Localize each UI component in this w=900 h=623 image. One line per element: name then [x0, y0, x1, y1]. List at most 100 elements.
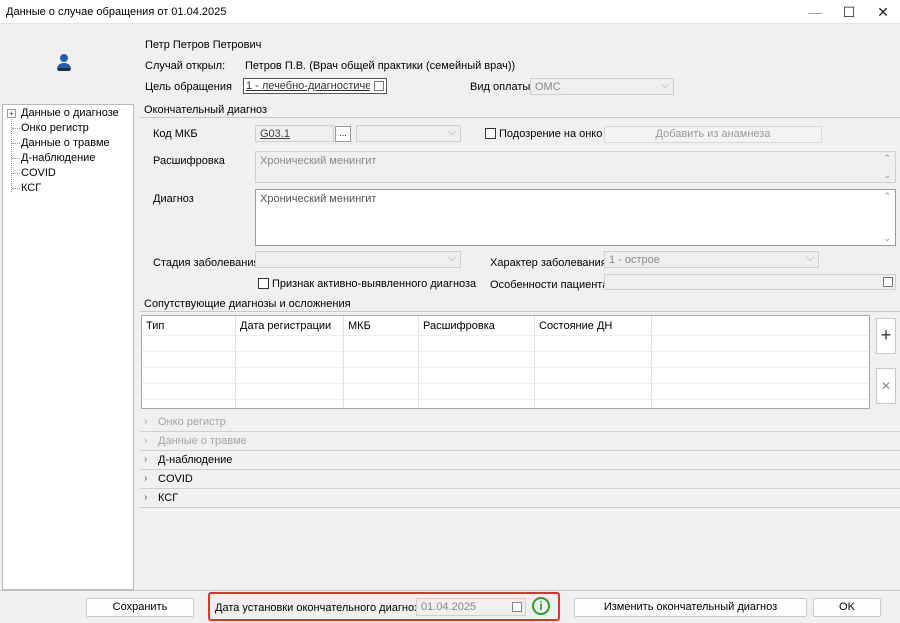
- chevron-right-icon: ›: [144, 492, 148, 503]
- payment-label: Вид оплаты: [470, 81, 531, 93]
- patient-features-label: Особенности пациента: [490, 279, 609, 291]
- decoding-value: Хронический менингит: [260, 155, 377, 167]
- decoding-field[interactable]: Хронический менингит ⌃ ⌄: [255, 151, 896, 183]
- diagnosis-field[interactable]: Хронический менингит ⌃ ⌄: [255, 189, 896, 246]
- column-header[interactable]: МКБ: [348, 320, 371, 332]
- close-icon: ✕: [877, 3, 889, 20]
- nature-label: Характер заболевания: [490, 257, 607, 269]
- diagnosis-label: Диагноз: [153, 193, 194, 205]
- chevron-down-icon: ⌵: [448, 127, 456, 138]
- patient-name: Петр Петров Петрович: [145, 39, 262, 51]
- section-title-text: Сопутствующие диагнозы и осложнения: [144, 298, 351, 310]
- navigation-tree: + Данные о диагнозе Онко регистр Данные …: [2, 104, 134, 590]
- accordion-covid[interactable]: › COVID: [140, 470, 900, 489]
- tree-item-label: Данные о диагнозе: [21, 107, 119, 119]
- expand-icon[interactable]: +: [7, 109, 16, 118]
- save-button[interactable]: Сохранить: [86, 598, 194, 617]
- purpose-label: Цель обращения: [145, 81, 232, 93]
- calendar-icon[interactable]: [512, 602, 522, 612]
- diagnosis-value: Хронический менингит: [260, 193, 377, 205]
- user-icon: [57, 54, 71, 71]
- purpose-select[interactable]: 1 - лечебно-диагностичес: [243, 78, 387, 94]
- tree-item-label: COVID: [21, 167, 56, 179]
- maximize-button[interactable]: ☐: [832, 0, 866, 24]
- stage-select[interactable]: ⌵: [255, 251, 461, 268]
- tree-item-label: Данные о травме: [21, 137, 110, 149]
- info-icon[interactable]: i: [532, 597, 550, 615]
- plus-icon: +: [880, 325, 892, 345]
- chevron-right-icon: ›: [144, 454, 148, 465]
- section-title-text: Окончательный диагноз: [144, 104, 268, 116]
- concomitant-table[interactable]: Тип Дата регистрации МКБ Расшифровка Сос…: [141, 315, 870, 409]
- accordion-label: Данные о травме: [158, 435, 247, 447]
- purpose-dropdown-icon[interactable]: [374, 81, 384, 91]
- scroll-down-icon[interactable]: ⌄: [883, 170, 891, 181]
- accordion-label: Онко регистр: [158, 416, 226, 428]
- ok-button[interactable]: OK: [813, 598, 881, 617]
- tree-item-label: Д-наблюдение: [21, 152, 96, 164]
- scroll-up-icon[interactable]: ⌃: [883, 153, 891, 164]
- mkb-lookup-button[interactable]: ...: [335, 126, 351, 142]
- remove-row-button[interactable]: ✕: [876, 368, 896, 404]
- tree-item-trauma[interactable]: Данные о травме: [3, 136, 133, 151]
- scroll-down-icon[interactable]: ⌄: [883, 233, 891, 244]
- final-date-value: 01.04.2025: [421, 601, 477, 613]
- mkb-code-value: G03.1: [260, 128, 290, 140]
- add-from-anamnesis-button[interactable]: Добавить из анамнеза: [604, 126, 822, 143]
- chevron-down-icon: ⌵: [661, 80, 669, 91]
- mkb-label: Код МКБ: [153, 128, 198, 140]
- chevron-right-icon: ›: [144, 416, 148, 427]
- final-diagnosis-section-title: Окончательный диагноз: [140, 104, 900, 118]
- mkb-extra-select[interactable]: ⌵: [356, 125, 461, 142]
- column-header[interactable]: Дата регистрации: [240, 320, 331, 332]
- change-diagnosis-button[interactable]: Изменить окончательный диагноз: [574, 598, 807, 617]
- add-row-button[interactable]: +: [876, 318, 896, 354]
- case-opened-label: Случай открыл:: [145, 60, 226, 72]
- stage-label: Стадия заболевания: [153, 257, 260, 269]
- chevron-down-icon: ⌵: [806, 253, 814, 264]
- active-diagnosis-checkbox[interactable]: [258, 278, 269, 289]
- title-bar: Данные о случае обращения от 01.04.2025 …: [0, 0, 900, 24]
- chevron-right-icon: ›: [144, 435, 148, 446]
- concomitant-section-title: Сопутствующие диагнозы и осложнения: [140, 298, 900, 312]
- tree-item-ksg[interactable]: КСГ: [3, 181, 133, 196]
- final-date-label: Дата установки окончательного диагноза:: [215, 602, 429, 614]
- column-header[interactable]: Тип: [146, 320, 164, 332]
- nature-value: 1 - острое: [609, 254, 660, 266]
- accordion-trauma[interactable]: › Данные о травме: [140, 432, 900, 451]
- tree-item-d-observation[interactable]: Д-наблюдение: [3, 151, 133, 166]
- nature-select[interactable]: 1 - острое ⌵: [604, 251, 819, 268]
- window-title: Данные о случае обращения от 01.04.2025: [6, 6, 227, 18]
- accordion-label: Д-наблюдение: [158, 454, 233, 466]
- accordion-label: COVID: [158, 473, 193, 485]
- tree-item-label: Онко регистр: [21, 122, 89, 134]
- maximize-icon: ☐: [842, 3, 856, 20]
- payment-value: ОМС: [535, 81, 561, 93]
- tree-item-diagnosis[interactable]: + Данные о диагнозе: [3, 106, 133, 121]
- minimize-icon: —: [808, 4, 822, 20]
- column-header[interactable]: Расшифровка: [423, 320, 495, 332]
- decoding-label: Расшифровка: [153, 155, 225, 167]
- chevron-down-icon: ⌵: [448, 253, 456, 264]
- close-button[interactable]: ✕: [866, 0, 900, 24]
- patient-features-field[interactable]: [604, 274, 896, 290]
- accordion-ksg[interactable]: › КСГ: [140, 489, 900, 508]
- column-header[interactable]: Состояние ДН: [539, 320, 612, 332]
- accordion-label: КСГ: [158, 492, 179, 504]
- tree-item-covid[interactable]: COVID: [3, 166, 133, 181]
- tree-item-label: КСГ: [21, 182, 42, 194]
- tree-item-onco[interactable]: Онко регистр: [3, 121, 133, 136]
- active-diagnosis-label: Признак активно-выявленного диагноза: [272, 278, 477, 290]
- onco-suspicion-checkbox[interactable]: [485, 128, 496, 139]
- accordion-d-observation[interactable]: › Д-наблюдение: [140, 451, 900, 470]
- case-opened-value: Петров П.В. (Врач общей практики (семейн…: [245, 60, 516, 72]
- minimize-button[interactable]: —: [798, 0, 832, 24]
- mkb-code-field[interactable]: G03.1: [255, 125, 334, 142]
- close-icon: ✕: [880, 379, 892, 393]
- purpose-value: 1 - лечебно-диагностичес: [246, 80, 370, 92]
- accordion-onco[interactable]: › Онко регистр: [140, 413, 900, 432]
- scroll-up-icon[interactable]: ⌃: [883, 191, 891, 202]
- payment-select[interactable]: ОМС ⌵: [530, 78, 674, 95]
- final-date-field[interactable]: 01.04.2025: [416, 598, 526, 616]
- features-lookup-icon[interactable]: [883, 277, 893, 287]
